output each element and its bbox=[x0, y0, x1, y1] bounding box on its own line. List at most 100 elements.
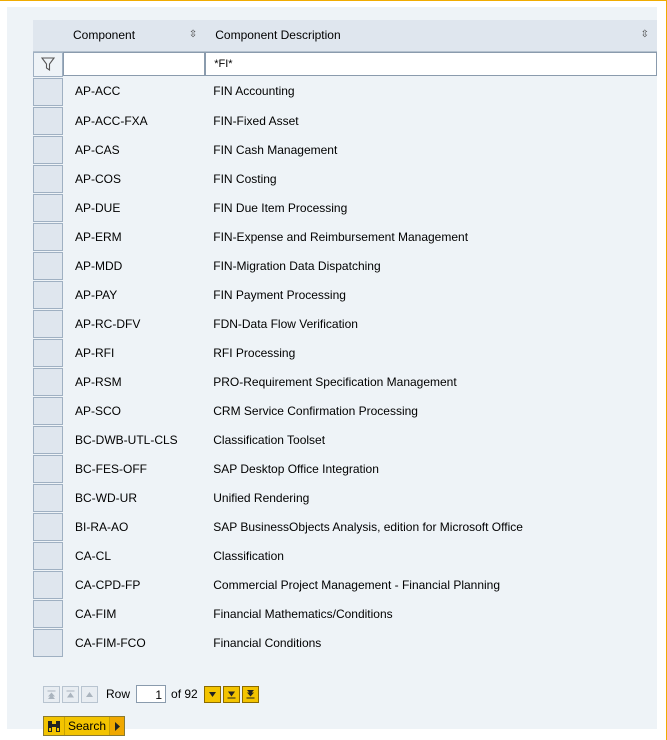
row-selector-cell[interactable] bbox=[33, 77, 63, 106]
cell-component[interactable]: AP-ERM bbox=[63, 222, 206, 252]
row-selector-cell[interactable] bbox=[33, 599, 63, 628]
cell-component[interactable]: AP-DUE bbox=[63, 193, 206, 223]
row-selector-cell[interactable] bbox=[33, 106, 63, 135]
row-selector[interactable] bbox=[33, 135, 63, 164]
row-selector[interactable] bbox=[33, 628, 63, 657]
cell-description[interactable]: FIN Due Item Processing bbox=[205, 193, 657, 223]
cell-component[interactable]: BC-DWB-UTL-CLS bbox=[63, 425, 206, 455]
cell-component[interactable]: CA-FIM bbox=[63, 599, 206, 629]
table-row[interactable]: BC-FES-OFF SAP Desktop Office Integration bbox=[33, 454, 657, 484]
row-selector-cell[interactable] bbox=[33, 309, 63, 338]
cell-description[interactable]: Financial Conditions bbox=[205, 628, 657, 658]
select-all-header[interactable] bbox=[33, 20, 63, 52]
cell-description[interactable]: Financial Mathematics/Conditions bbox=[205, 599, 657, 629]
cell-description[interactable]: FIN-Expense and Reimbursement Management bbox=[205, 222, 657, 252]
row-selector[interactable] bbox=[33, 106, 63, 135]
cell-description[interactable]: FIN Accounting bbox=[205, 77, 657, 107]
table-row[interactable]: CA-FIM Financial Mathematics/Conditions bbox=[33, 599, 657, 629]
cell-description[interactable]: FIN-Fixed Asset bbox=[205, 106, 657, 136]
cell-component[interactable]: BI-RA-AO bbox=[63, 512, 206, 542]
cell-component[interactable]: AP-SCO bbox=[63, 396, 206, 426]
table-row[interactable]: AP-RFI RFI Processing bbox=[33, 338, 657, 368]
cell-description[interactable]: FDN-Data Flow Verification bbox=[205, 309, 657, 339]
filter-input-component[interactable] bbox=[63, 52, 206, 77]
row-selector-cell[interactable] bbox=[33, 222, 63, 251]
row-selector[interactable] bbox=[33, 541, 63, 570]
row-selector-cell[interactable] bbox=[33, 454, 63, 483]
row-selector[interactable] bbox=[33, 309, 63, 338]
cell-component[interactable]: AP-ACC bbox=[63, 77, 206, 107]
row-selector-cell[interactable] bbox=[33, 164, 63, 193]
search-button[interactable]: Search bbox=[43, 716, 126, 736]
cell-description[interactable]: FIN Costing bbox=[205, 164, 657, 194]
sort-icon[interactable]: ⇳ bbox=[189, 30, 197, 40]
page-down-icon[interactable] bbox=[222, 685, 240, 703]
cell-description[interactable]: CRM Service Confirmation Processing bbox=[205, 396, 657, 426]
cell-description[interactable]: RFI Processing bbox=[205, 338, 657, 368]
row-selector-cell[interactable] bbox=[33, 425, 63, 454]
row-selector-cell[interactable] bbox=[33, 396, 63, 425]
table-row[interactable]: AP-SCO CRM Service Confirmation Processin… bbox=[33, 396, 657, 426]
cell-component[interactable]: AP-PAY bbox=[63, 280, 206, 310]
row-selector[interactable] bbox=[33, 599, 63, 628]
row-selector[interactable] bbox=[33, 164, 63, 193]
table-row[interactable]: AP-MDD FIN-Migration Data Dispatching bbox=[33, 251, 657, 281]
cell-component[interactable]: BC-FES-OFF bbox=[63, 454, 206, 484]
cell-component[interactable]: CA-CL bbox=[63, 541, 206, 571]
cell-component[interactable]: BC-WD-UR bbox=[63, 483, 206, 513]
table-row[interactable]: BC-DWB-UTL-CLS Classification Toolset bbox=[33, 425, 657, 455]
row-selector[interactable] bbox=[33, 222, 63, 251]
cell-component[interactable]: AP-RSM bbox=[63, 367, 206, 397]
page-up-icon[interactable] bbox=[62, 685, 79, 703]
table-row[interactable]: CA-CPD-FP Commercial Project Management -… bbox=[33, 570, 657, 600]
row-down-icon[interactable] bbox=[203, 685, 221, 703]
row-selector[interactable] bbox=[33, 193, 63, 222]
row-selector[interactable] bbox=[33, 396, 63, 425]
sort-icon[interactable]: ⇳ bbox=[641, 30, 649, 40]
row-selector-cell[interactable] bbox=[33, 251, 63, 280]
row-selector[interactable] bbox=[33, 570, 63, 599]
filter-toggle[interactable] bbox=[33, 51, 63, 77]
row-selector[interactable] bbox=[33, 367, 63, 396]
chevron-right-icon[interactable] bbox=[109, 717, 125, 735]
cell-description[interactable]: PRO-Requirement Specification Management bbox=[205, 367, 657, 397]
cell-description[interactable]: SAP BusinessObjects Analysis, edition fo… bbox=[205, 512, 657, 542]
filter-input-description[interactable]: *FI* bbox=[205, 52, 657, 77]
cell-component[interactable]: CA-CPD-FP bbox=[63, 570, 206, 600]
row-selector-cell[interactable] bbox=[33, 512, 63, 541]
row-selector-cell[interactable] bbox=[33, 135, 63, 164]
row-selector-cell[interactable] bbox=[33, 628, 63, 657]
table-row[interactable]: BC-WD-UR Unified Rendering bbox=[33, 483, 657, 513]
cell-description[interactable]: FIN Cash Management bbox=[205, 135, 657, 165]
table-row[interactable]: AP-COS FIN Costing bbox=[33, 164, 657, 194]
table-row[interactable]: AP-RC-DFV FDN-Data Flow Verification bbox=[33, 309, 657, 339]
cell-description[interactable]: Commercial Project Management - Financia… bbox=[205, 570, 657, 600]
row-up-icon[interactable] bbox=[81, 685, 98, 703]
row-selector[interactable] bbox=[33, 512, 63, 541]
table-row[interactable]: AP-ERM FIN-Expense and Reimbursement Mana… bbox=[33, 222, 657, 252]
table-row[interactable]: AP-RSM PRO-Requirement Specification Mana… bbox=[33, 367, 657, 397]
table-row[interactable]: AP-CAS FIN Cash Management bbox=[33, 135, 657, 165]
cell-description[interactable]: Classification Toolset bbox=[205, 425, 657, 455]
row-selector-cell[interactable] bbox=[33, 193, 63, 222]
row-selector-cell[interactable] bbox=[33, 338, 63, 367]
table-row[interactable]: BI-RA-AO SAP BusinessObjects Analysis, ed… bbox=[33, 512, 657, 542]
last-page-icon[interactable] bbox=[241, 685, 259, 703]
table-row[interactable]: AP-ACC-FXA FIN-Fixed Asset bbox=[33, 106, 657, 136]
row-selector[interactable] bbox=[33, 77, 63, 106]
row-selector[interactable] bbox=[33, 280, 63, 309]
cell-description[interactable]: FIN Payment Processing bbox=[205, 280, 657, 310]
row-selector-cell[interactable] bbox=[33, 570, 63, 599]
column-header-component[interactable]: Component ⇳ bbox=[63, 20, 206, 52]
cell-component[interactable]: AP-COS bbox=[63, 164, 206, 194]
cell-component[interactable]: AP-RC-DFV bbox=[63, 309, 206, 339]
column-header-description[interactable]: Component Description ⇳ bbox=[205, 20, 657, 52]
row-selector-cell[interactable] bbox=[33, 483, 63, 512]
row-selector[interactable] bbox=[33, 425, 63, 454]
cell-component[interactable]: AP-ACC-FXA bbox=[63, 106, 206, 136]
row-selector-cell[interactable] bbox=[33, 367, 63, 396]
cell-description[interactable]: Unified Rendering bbox=[205, 483, 657, 513]
cell-description[interactable]: Classification bbox=[205, 541, 657, 571]
table-row[interactable]: AP-PAY FIN Payment Processing bbox=[33, 280, 657, 310]
row-selector-cell[interactable] bbox=[33, 541, 63, 570]
